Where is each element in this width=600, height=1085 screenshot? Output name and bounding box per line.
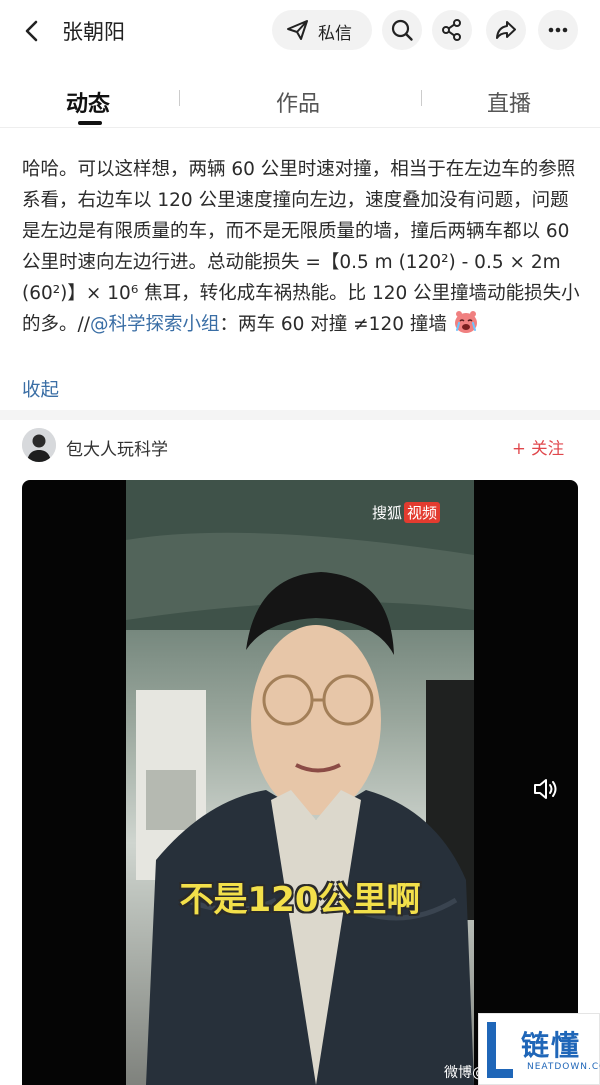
search-icon	[391, 19, 413, 41]
tab-works[interactable]: 作品	[276, 86, 320, 118]
tab-dynamic[interactable]: 动态	[66, 86, 110, 118]
brand-name: 链懂	[521, 1029, 582, 1062]
follow-button[interactable]: + 关注	[512, 435, 564, 459]
page-title: 张朝阳	[62, 20, 125, 44]
post-body: 哈哈。可以这样想，两辆 60 公里时速对撞，相当于在左边车的参照系看，右边车以 …	[22, 159, 580, 335]
brand-mark-icon	[487, 1022, 513, 1078]
logo-badge: 视频	[404, 502, 441, 523]
video-player[interactable]: 不是120公里啊 搜狐 视频	[22, 480, 578, 1085]
back-icon[interactable]	[18, 17, 46, 45]
avatar-image	[22, 428, 56, 462]
search-button[interactable]	[382, 10, 422, 50]
video-scene	[126, 480, 474, 1085]
brand-logo: 链懂 NEATDOWN.COM	[478, 1013, 600, 1085]
share-forward-icon	[496, 21, 516, 39]
tab-separator	[421, 90, 422, 106]
private-message-label: 私信	[318, 24, 352, 44]
author-name[interactable]: 包大人玩科学	[66, 435, 168, 460]
send-message-icon	[287, 20, 308, 40]
crying-face-emoji	[454, 311, 477, 333]
speaker-icon[interactable]	[532, 776, 560, 802]
video-frame: 不是120公里啊	[126, 480, 474, 1085]
private-message-button[interactable]: 私信	[272, 10, 372, 50]
tab-separator	[179, 90, 180, 106]
logo-text: 搜狐	[372, 504, 403, 522]
section-divider	[0, 410, 600, 420]
top-bar: 张朝阳 私信	[0, 0, 600, 62]
more-icon	[548, 27, 568, 33]
more-button[interactable]	[538, 10, 578, 50]
collapse-link[interactable]: 收起	[22, 376, 59, 402]
share-network-icon	[442, 19, 461, 41]
avatar[interactable]	[22, 428, 56, 462]
brand-url: NEATDOWN.COM	[527, 1062, 600, 1072]
post-suffix: ：两车 60 对撞 ≠120 撞墙	[219, 314, 447, 335]
tab-live[interactable]: 直播	[487, 86, 531, 118]
forward-button[interactable]	[486, 10, 526, 50]
active-tab-indicator	[78, 121, 102, 125]
profile-tabs: 动态 作品 直播	[0, 62, 600, 128]
share-button[interactable]	[432, 10, 472, 50]
video-caption: 不是120公里啊	[179, 880, 421, 920]
post-text: 哈哈。可以这样想，两辆 60 公里时速对撞，相当于在左边车的参照系看，右边车以 …	[22, 154, 582, 340]
sohu-video-logo: 搜狐 视频	[372, 502, 441, 523]
mention-link[interactable]: @科学探索小组	[90, 314, 220, 335]
